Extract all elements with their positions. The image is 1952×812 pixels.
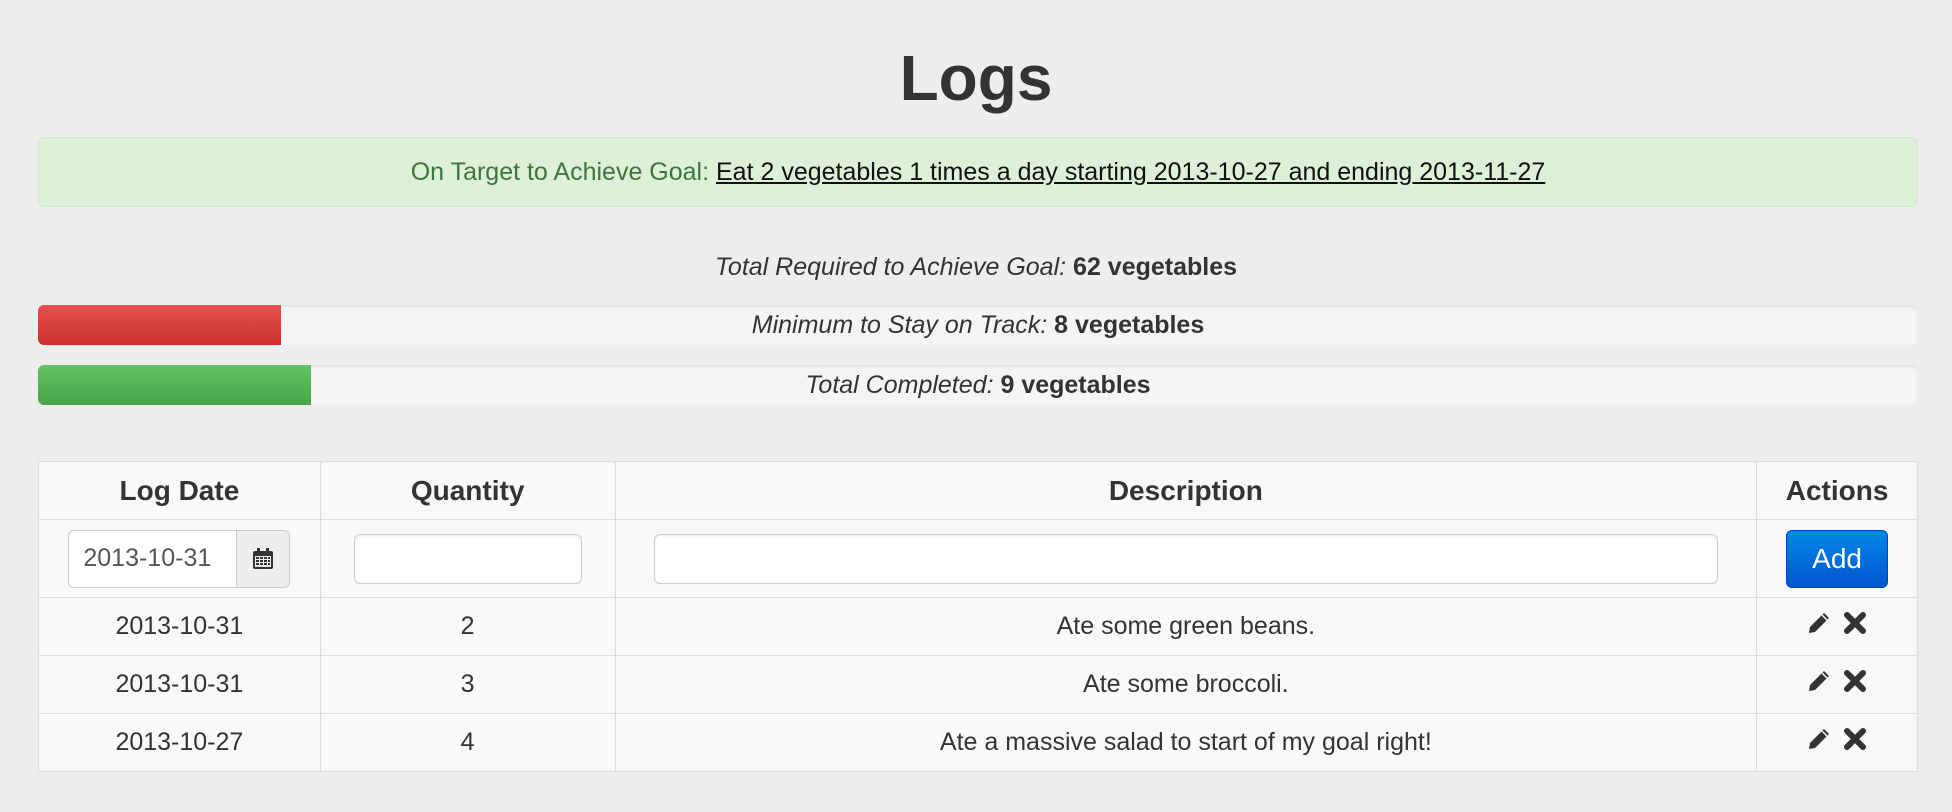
minimum-value: 8 vegetables xyxy=(1054,311,1205,339)
calendar-icon xyxy=(253,547,274,569)
completed-progress-bar: Total Completed: 9 vegetables xyxy=(38,365,1918,405)
new-log-quantity-cell xyxy=(319,519,616,598)
total-required-value: 62 vegetables xyxy=(1073,253,1238,281)
logs-table: Log Date Quantity Description Actions 20… xyxy=(38,461,1918,772)
close-icon[interactable] xyxy=(1842,610,1868,636)
header-quantity: Quantity xyxy=(319,461,616,520)
new-log-row: Add xyxy=(38,519,1918,598)
page-title: Logs xyxy=(899,42,1053,114)
date-input[interactable] xyxy=(68,529,237,588)
header-description: Description xyxy=(614,461,1758,520)
pencil-icon[interactable] xyxy=(1806,668,1832,694)
close-icon[interactable] xyxy=(1842,668,1868,694)
calendar-button[interactable] xyxy=(236,529,291,588)
row-quantity: 4 xyxy=(319,713,616,772)
quantity-input[interactable] xyxy=(353,533,582,584)
close-icon[interactable] xyxy=(1842,726,1868,752)
row-description: Ate some broccoli. xyxy=(614,655,1758,714)
row-quantity: 2 xyxy=(319,597,616,656)
description-input[interactable] xyxy=(653,533,1718,584)
pencil-icon[interactable] xyxy=(1806,610,1832,636)
table-row: 2013-10-27 4 Ate a massive salad to star… xyxy=(38,713,1918,772)
table-header-row: Log Date Quantity Description Actions xyxy=(38,461,1918,520)
table-row: 2013-10-31 2 Ate some green beans. xyxy=(38,597,1918,656)
new-log-actions-cell: Add xyxy=(1756,519,1918,598)
minimum-progress-text: Minimum to Stay on Track: 8 vegetables xyxy=(38,305,1918,345)
goal-link[interactable]: Eat 2 vegetables 1 times a day starting … xyxy=(716,158,1545,186)
table-row: 2013-10-31 3 Ate some broccoli. xyxy=(38,655,1918,714)
pencil-icon[interactable] xyxy=(1806,726,1832,752)
completed-progress-text: Total Completed: 9 vegetables xyxy=(38,365,1918,405)
row-actions xyxy=(1756,597,1918,656)
row-date: 2013-10-27 xyxy=(38,713,321,772)
row-date: 2013-10-31 xyxy=(38,597,321,656)
minimum-label: Minimum to Stay on Track: xyxy=(751,311,1048,339)
total-required: Total Required to Achieve Goal: 62 veget… xyxy=(0,250,1952,284)
goal-status-label: On Target to Achieve Goal: xyxy=(410,158,710,186)
new-log-description-cell xyxy=(614,519,1758,598)
add-button[interactable]: Add xyxy=(1786,529,1889,588)
completed-label: Total Completed: xyxy=(805,371,994,399)
row-actions xyxy=(1756,713,1918,772)
row-quantity: 3 xyxy=(319,655,616,714)
row-actions xyxy=(1756,655,1918,714)
date-picker xyxy=(68,529,291,588)
row-description: Ate some green beans. xyxy=(614,597,1758,656)
page: Logs On Target to Achieve Goal: Eat 2 ve… xyxy=(0,0,1952,812)
header-log-date: Log Date xyxy=(38,461,321,520)
total-required-label: Total Required to Achieve Goal: xyxy=(714,253,1067,281)
header-actions: Actions xyxy=(1756,461,1918,520)
minimum-progress-bar: Minimum to Stay on Track: 8 vegetables xyxy=(38,305,1918,345)
new-log-date-cell xyxy=(38,519,321,598)
goal-status-alert: On Target to Achieve Goal: Eat 2 vegetab… xyxy=(38,137,1918,207)
row-description: Ate a massive salad to start of my goal … xyxy=(614,713,1758,772)
completed-value: 9 vegetables xyxy=(1000,371,1151,399)
row-date: 2013-10-31 xyxy=(38,655,321,714)
